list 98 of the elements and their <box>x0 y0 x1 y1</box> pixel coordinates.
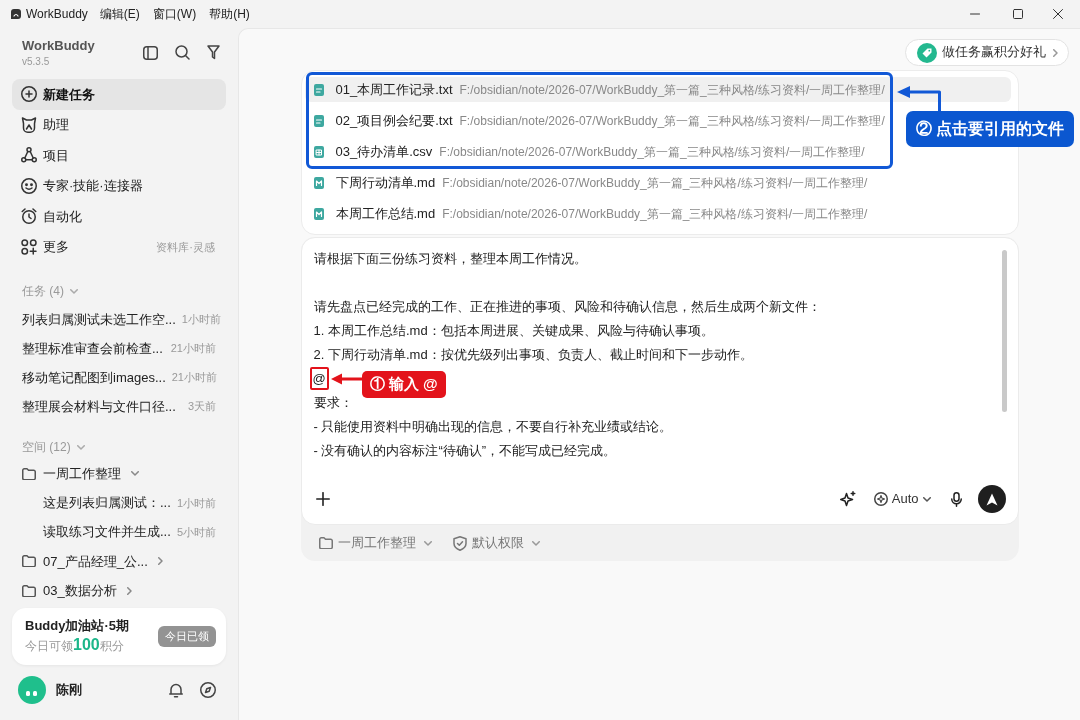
file-path: F:/obsidian/note/2026-07/WorkBuddy_第一篇_三种风格/练习资料/一周工作整理/ <box>459 81 885 99</box>
task-item[interactable]: 移动笔记配图到images... 21小时前 <box>12 363 226 392</box>
promo-text: 今日可领100积分 <box>25 635 125 655</box>
pointer-arrow <box>896 85 943 111</box>
chevron-down-icon <box>131 471 139 477</box>
permission-selector[interactable]: 默认权限 <box>452 533 540 553</box>
file-icon <box>313 114 324 127</box>
task-time: 1小时前 <box>176 495 216 511</box>
rewards-button[interactable]: 做任务赢积分好礼 <box>905 39 1069 66</box>
chevron-down-icon <box>76 444 85 450</box>
prompt-line: @ <box>312 369 326 388</box>
chevron-right-icon <box>1053 48 1058 57</box>
file-item[interactable]: 01_本周工作记录.txt F:/obsidian/note/2026-07/WorkBuddy_第一篇_三种风格/练习资料/一周工作整理/ <box>308 77 890 102</box>
task-time: 3天前 <box>187 399 216 415</box>
promo-title: Buddy加油站·5期 <box>25 617 129 635</box>
prompt-line: 2. 下周行动清单.md：按优先级列出事项、负责人、截止时间和下一步动作。 <box>313 346 753 365</box>
alarm-clock-icon <box>21 208 37 225</box>
sparkle-circle-icon <box>873 492 888 506</box>
folder-icon <box>22 584 36 597</box>
file-item[interactable]: 02_项目例会纪要.txt F:/obsidian/note/2026-07/WorkBuddy_第一篇_三种风格/练习资料/一周工作整理/ <box>308 108 890 133</box>
microphone-icon[interactable] <box>950 491 962 507</box>
chevron-down-icon <box>922 496 931 502</box>
plus-circle-icon <box>21 86 37 103</box>
nav-item[interactable]: 专家·技能·连接器 <box>12 170 226 201</box>
search-icon[interactable] <box>175 45 190 60</box>
chevron-down-icon <box>531 540 540 546</box>
nav-item[interactable]: 更多 资料库·灵感 <box>12 231 226 262</box>
file-icon <box>313 207 324 220</box>
smiley-icon <box>21 177 37 194</box>
task-time: 21小时前 <box>171 370 217 386</box>
task-item[interactable]: 列表归属测试未选工作空... 1小时前 <box>12 305 226 334</box>
file-item[interactable]: 03_待办清单.csv F:/obsidian/note/2026-07/WorkBuddy_第一篇_三种风格/练习资料/一周工作整理/ <box>308 139 890 164</box>
filter-icon[interactable] <box>207 45 220 60</box>
file-path: F:/obsidian/note/2026-07/WorkBuddy_第一篇_三种风格/练习资料/一周工作整理/ <box>459 112 885 130</box>
sparkle-icon[interactable] <box>839 491 856 507</box>
prompt-line: 1. 本周工作总结.md：包括本周进展、关键成果、风险与待确认事项。 <box>313 322 714 341</box>
file-item[interactable]: 本周工作总结.md F:/obsidian/note/2026-07/WorkBuddy_第一篇_三种风格/练习资料/一周工作整理/ <box>304 201 1011 226</box>
menu-item[interactable]: 帮助(H) <box>209 5 250 23</box>
file-item[interactable]: 下周行动清单.md F:/obsidian/note/2026-07/WorkBuddy_第一篇_三种风格/练习资料/一周工作整理/ <box>304 170 1011 195</box>
prompt-line: 请根据下面三份练习资料，整理本周工作情况。 <box>313 250 587 269</box>
folder-icon <box>22 467 36 480</box>
pointer-arrow <box>330 373 362 385</box>
nav-item[interactable]: 自动化 <box>12 201 226 232</box>
folder-icon <box>318 537 333 549</box>
prompt-line: 请先盘点已经完成的工作、正在推进的事项、风险和待确认信息，然后生成两个新文件： <box>313 298 821 317</box>
prompt-line: - 只能使用资料中明确出现的信息，不要自行补充业绩或结论。 <box>313 418 673 437</box>
close-icon[interactable] <box>1053 9 1063 19</box>
file-icon <box>313 83 324 96</box>
model-selector[interactable]: Auto <box>873 489 931 509</box>
menu-item[interactable]: 编辑(E) <box>99 5 140 23</box>
nodes-icon <box>21 147 37 164</box>
task-item[interactable]: 这是列表归属测试：... 1小时前 <box>12 488 226 518</box>
file-icon <box>313 145 324 158</box>
plus-icon[interactable] <box>315 492 330 506</box>
shield-check-icon <box>452 535 467 551</box>
file-icon <box>313 176 324 189</box>
avatar-icon <box>18 676 46 704</box>
space-item[interactable]: 07_产品经理_公... <box>12 546 226 576</box>
chevron-down-icon <box>423 540 432 546</box>
prompt-line: 要求： <box>313 394 353 413</box>
maximize-icon[interactable] <box>1013 9 1023 19</box>
navigation-arrow-icon <box>985 492 998 506</box>
apps-icon <box>21 238 37 255</box>
tag-icon <box>917 42 937 63</box>
nav-item[interactable]: 项目 <box>12 140 226 171</box>
workspace-selector[interactable]: 一周工作整理 <box>318 533 432 553</box>
nav-item[interactable]: 助理 <box>12 109 226 140</box>
task-item[interactable]: 整理标准审查会前检查... 21小时前 <box>12 334 226 363</box>
sidebar-toggle-icon[interactable] <box>143 45 158 60</box>
app-logo-icon <box>10 8 22 20</box>
compass-icon[interactable] <box>200 682 216 698</box>
menu-item[interactable]: 窗口(W) <box>152 5 197 23</box>
app-title: WorkBuddy <box>26 6 88 23</box>
callout-label: ① 输入 @ <box>361 371 446 398</box>
version-label: v5.3.5 <box>22 55 51 68</box>
callout-label: ② 点击要引用的文件 <box>905 111 1075 147</box>
chevron-right-icon <box>126 586 132 595</box>
task-time: 21小时前 <box>170 341 216 357</box>
user-name: 陈刚 <box>56 681 82 700</box>
file-path: F:/obsidian/note/2026-07/WorkBuddy_第一篇_三种风格/练习资料/一周工作整理/ <box>439 143 865 161</box>
nav-hint: 资料库·灵感 <box>156 239 215 255</box>
folder-icon <box>22 555 36 568</box>
bell-icon[interactable] <box>169 682 183 698</box>
space-item[interactable]: 一周工作整理 <box>12 459 226 489</box>
send-button[interactable] <box>977 485 1006 513</box>
task-item[interactable]: 读取练习文件并生成... 5小时前 <box>12 517 226 547</box>
chevron-right-icon <box>157 557 163 566</box>
nav-item[interactable]: 新建任务 <box>12 79 226 110</box>
space-item[interactable]: 03_数据分析 <box>12 576 226 606</box>
mascot-icon <box>21 116 37 133</box>
task-time: 5小时前 <box>176 524 216 540</box>
chevron-down-icon <box>70 288 78 294</box>
file-path: F:/obsidian/note/2026-07/WorkBuddy_第一篇_三种风格/练习资料/一周工作整理/ <box>442 205 868 223</box>
sidebar-app-name: WorkBuddy <box>22 38 95 54</box>
task-time: 1小时前 <box>181 312 221 328</box>
file-path: F:/obsidian/note/2026-07/WorkBuddy_第一篇_三种风格/练习资料/一周工作整理/ <box>442 174 868 192</box>
prompt-line: - 没有确认的内容标注“待确认”，不能写成已经完成。 <box>313 442 617 461</box>
task-item[interactable]: 整理展会材料与文件口径... 3天前 <box>12 392 226 421</box>
